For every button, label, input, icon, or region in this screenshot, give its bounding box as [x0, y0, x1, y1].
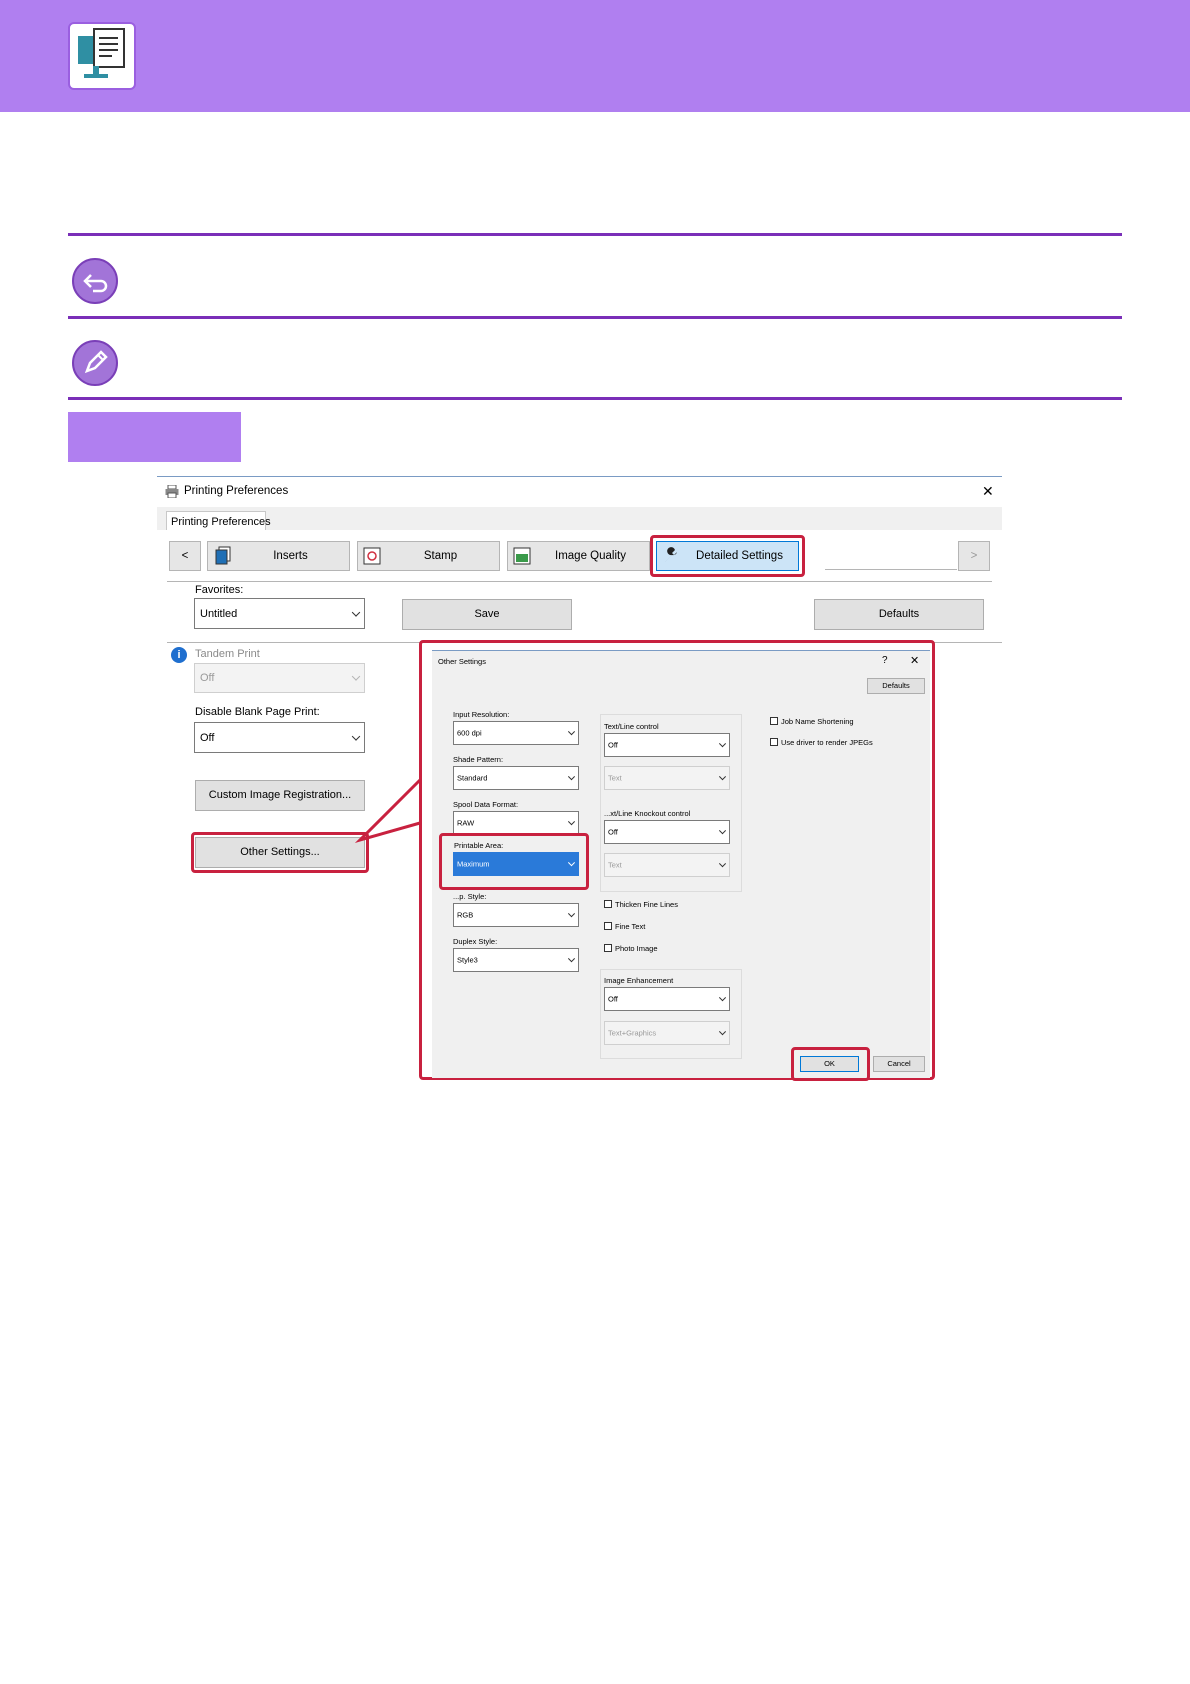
fine-text-label: Fine Text: [615, 922, 646, 931]
tab-printing-preferences[interactable]: Printing Preferences: [166, 511, 271, 531]
tab-stamp[interactable]: Stamp: [357, 541, 500, 571]
favorites-select[interactable]: Untitled: [194, 598, 365, 629]
thicken-fine-lines-label: Thicken Fine Lines: [615, 900, 678, 909]
highlight-ok-button: [791, 1047, 870, 1081]
dialog-title: Other Settings: [438, 657, 486, 666]
render-jpegs-checkbox[interactable]: [770, 738, 778, 746]
text-line-sub-select[interactable]: Text: [604, 766, 730, 790]
custom-image-registration-button[interactable]: Custom Image Registration...: [195, 780, 365, 811]
input-resolution-select[interactable]: 600 dpi: [453, 721, 579, 745]
tab-image-quality[interactable]: Image Quality: [507, 541, 650, 571]
duplex-style-label: Duplex Style:: [453, 937, 498, 946]
tandem-print-label: Tandem Print: [195, 648, 260, 660]
disable-blank-page-select[interactable]: Off: [194, 722, 365, 753]
favorites-label: Favorites:: [195, 584, 244, 596]
job-name-shortening-label: Job Name Shortening: [781, 717, 854, 726]
knockout-sub-select[interactable]: Text: [604, 853, 730, 877]
render-jpegs-label: Use driver to render JPEGs: [781, 738, 873, 747]
shade-pattern-label: Shade Pattern:: [453, 755, 504, 764]
photo-image-label: Photo Image: [615, 944, 658, 953]
divider: [68, 233, 1122, 236]
spool-data-format-label: Spool Data Format:: [453, 800, 519, 809]
page-header-bar: [0, 0, 1190, 112]
info-icon: i: [171, 647, 187, 663]
input-resolution-label: Input Resolution:: [453, 710, 510, 719]
divider: [68, 397, 1122, 400]
rgb-style-select[interactable]: RGB: [453, 903, 579, 927]
tab-inserts[interactable]: Inserts: [207, 541, 350, 571]
printer-driver-icon: [68, 22, 136, 90]
shade-pattern-select[interactable]: Standard: [453, 766, 579, 790]
save-button[interactable]: Save: [402, 599, 572, 630]
divider: [68, 316, 1122, 319]
defaults-button[interactable]: Defaults: [867, 678, 925, 694]
fine-text-checkbox[interactable]: [604, 922, 612, 930]
disable-blank-page-label: Disable Blank Page Print:: [195, 706, 320, 718]
nav-prev-button[interactable]: <: [169, 541, 201, 571]
pencil-icon: [72, 340, 118, 386]
highlight-detailed-settings: [650, 535, 805, 577]
defaults-button[interactable]: Defaults: [814, 599, 984, 630]
nav-next-button[interactable]: >: [958, 541, 990, 571]
cancel-button[interactable]: Cancel: [873, 1056, 925, 1072]
text-line-control-label: Text/Line control: [604, 722, 659, 731]
image-enhancement-sub-select[interactable]: Text+Graphics: [604, 1021, 730, 1045]
callout-pointer: [354, 778, 422, 844]
window-title: Printing Preferences: [184, 485, 289, 497]
close-icon[interactable]: ✕: [982, 483, 994, 500]
spool-data-format-select[interactable]: RAW: [453, 811, 579, 835]
highlight-printable-area: [439, 833, 589, 890]
duplex-style-select[interactable]: Style3: [453, 948, 579, 972]
step-bar: [68, 412, 241, 462]
highlight-other-settings: [191, 832, 369, 873]
image-enhancement-select[interactable]: Off: [604, 987, 730, 1011]
thicken-fine-lines-checkbox[interactable]: [604, 900, 612, 908]
tab-strip-line: [825, 569, 957, 570]
job-name-shortening-checkbox[interactable]: [770, 717, 778, 725]
other-settings-dialog: Other Settings ? ✕ Defaults Input Resolu…: [432, 650, 930, 1081]
knockout-control-select[interactable]: Off: [604, 820, 730, 844]
rgb-style-label: ...p. Style:: [453, 892, 487, 901]
panel-divider: [167, 581, 992, 582]
knockout-control-label: ...xt/Line Knockout control: [604, 809, 691, 818]
photo-image-checkbox[interactable]: [604, 944, 612, 952]
return-arrow-icon: [72, 258, 118, 304]
tandem-print-select[interactable]: Off: [194, 663, 365, 693]
image-enhancement-label: Image Enhancement: [604, 976, 674, 985]
text-line-control-select[interactable]: Off: [604, 733, 730, 757]
window-titlebar: Printing Preferences ✕: [157, 477, 1002, 507]
printer-icon: [165, 484, 179, 499]
close-icon[interactable]: ✕: [910, 654, 919, 667]
help-icon[interactable]: ?: [882, 655, 888, 666]
